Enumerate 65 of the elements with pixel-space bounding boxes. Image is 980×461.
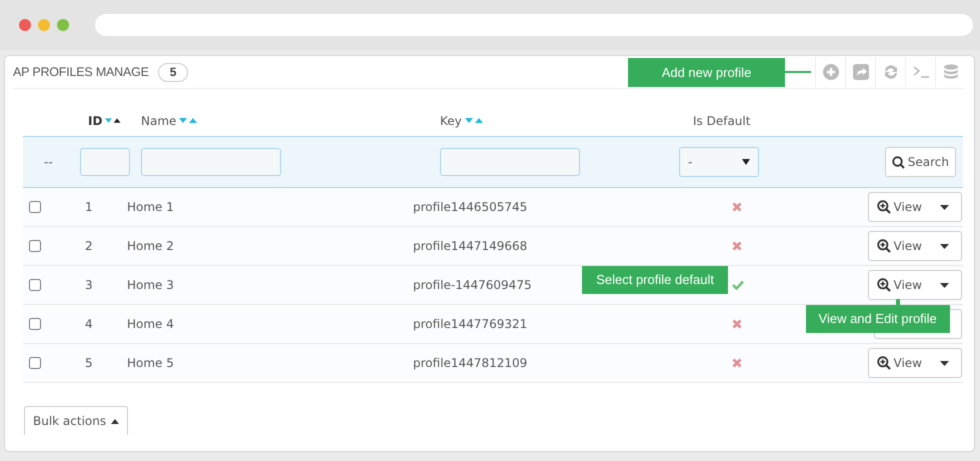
row-checkbox[interactable] xyxy=(29,240,41,252)
dropdown-button[interactable] xyxy=(926,270,962,300)
panel-title: AP PROFILES MANAGE xyxy=(13,65,149,79)
column-header[interactable]: Key xyxy=(440,114,462,128)
input-field[interactable] xyxy=(141,148,281,176)
row-checkbox[interactable] xyxy=(29,318,41,330)
column-header[interactable]: Name xyxy=(141,114,176,128)
column-header[interactable]: Is Default xyxy=(693,114,750,128)
callout-label: Add new profile xyxy=(628,58,785,86)
table-cell: Home 2 xyxy=(127,239,174,253)
zoom-in-icon xyxy=(876,239,891,253)
zoom-in-icon xyxy=(876,356,891,370)
minimize-dot[interactable] xyxy=(38,19,50,31)
callout-tooltip: View and Edit profile xyxy=(806,305,950,333)
table-cell: profile1447769321 xyxy=(413,317,528,331)
caret-icon xyxy=(940,244,949,248)
table-cell: Home 4 xyxy=(127,317,174,331)
callout-label: Select profile default xyxy=(582,266,728,294)
table-cell: profile1447812109 xyxy=(413,356,528,370)
row-checkbox[interactable] xyxy=(29,279,41,291)
table-cell: profile1446505745 xyxy=(413,200,528,214)
search-icon xyxy=(892,156,905,168)
filter-marker: -- xyxy=(44,155,53,169)
table-cell: profile-1447609475 xyxy=(413,278,532,292)
input-field[interactable] xyxy=(440,148,580,176)
zoom-in-icon xyxy=(876,200,891,214)
table-cell: 4 xyxy=(85,317,93,331)
bulk-actions-button[interactable]: Bulk actions xyxy=(24,406,128,435)
input-field[interactable] xyxy=(80,148,130,176)
dropdown-button[interactable] xyxy=(926,348,962,378)
count-badge: 5 xyxy=(158,62,188,82)
plus-circle-icon[interactable] xyxy=(822,64,838,80)
search-button[interactable]: Search xyxy=(884,147,956,177)
view-button[interactable]: View xyxy=(868,192,926,222)
zoom-in-icon xyxy=(876,278,891,292)
view-button[interactable]: View xyxy=(868,231,926,261)
table-cell: Home 5 xyxy=(127,356,174,370)
row-checkbox[interactable] xyxy=(29,357,41,369)
table-cell: Home 1 xyxy=(127,200,174,214)
caret-icon xyxy=(940,282,949,288)
caret-icon xyxy=(940,360,949,366)
dropdown-button[interactable] xyxy=(926,231,962,261)
refresh-icon[interactable] xyxy=(882,64,898,80)
row-checkbox[interactable] xyxy=(29,201,41,213)
address-bar[interactable] xyxy=(95,14,973,36)
table-cell: 3 xyxy=(85,278,93,292)
caret-icon xyxy=(111,418,120,424)
database-icon[interactable] xyxy=(942,64,958,80)
terminal-icon[interactable] xyxy=(912,64,928,80)
leader-line xyxy=(785,71,811,73)
table-cell: 2 xyxy=(85,239,93,253)
table-cell: 1 xyxy=(85,200,93,214)
dropdown-button[interactable] xyxy=(926,192,962,222)
column-header[interactable]: ID xyxy=(88,114,102,128)
table-cell: profile1447149668 xyxy=(413,239,528,253)
caret-icon xyxy=(940,204,949,210)
close-dot[interactable] xyxy=(19,19,31,31)
view-button[interactable]: View xyxy=(868,348,926,378)
table-cell: 5 xyxy=(85,356,93,370)
select-field[interactable]: - xyxy=(679,147,759,177)
share-icon[interactable] xyxy=(852,64,868,80)
table-cell: Home 3 xyxy=(127,278,174,292)
caret-icon xyxy=(742,159,750,165)
view-button[interactable]: View xyxy=(868,270,926,300)
maximize-dot[interactable] xyxy=(57,19,69,31)
